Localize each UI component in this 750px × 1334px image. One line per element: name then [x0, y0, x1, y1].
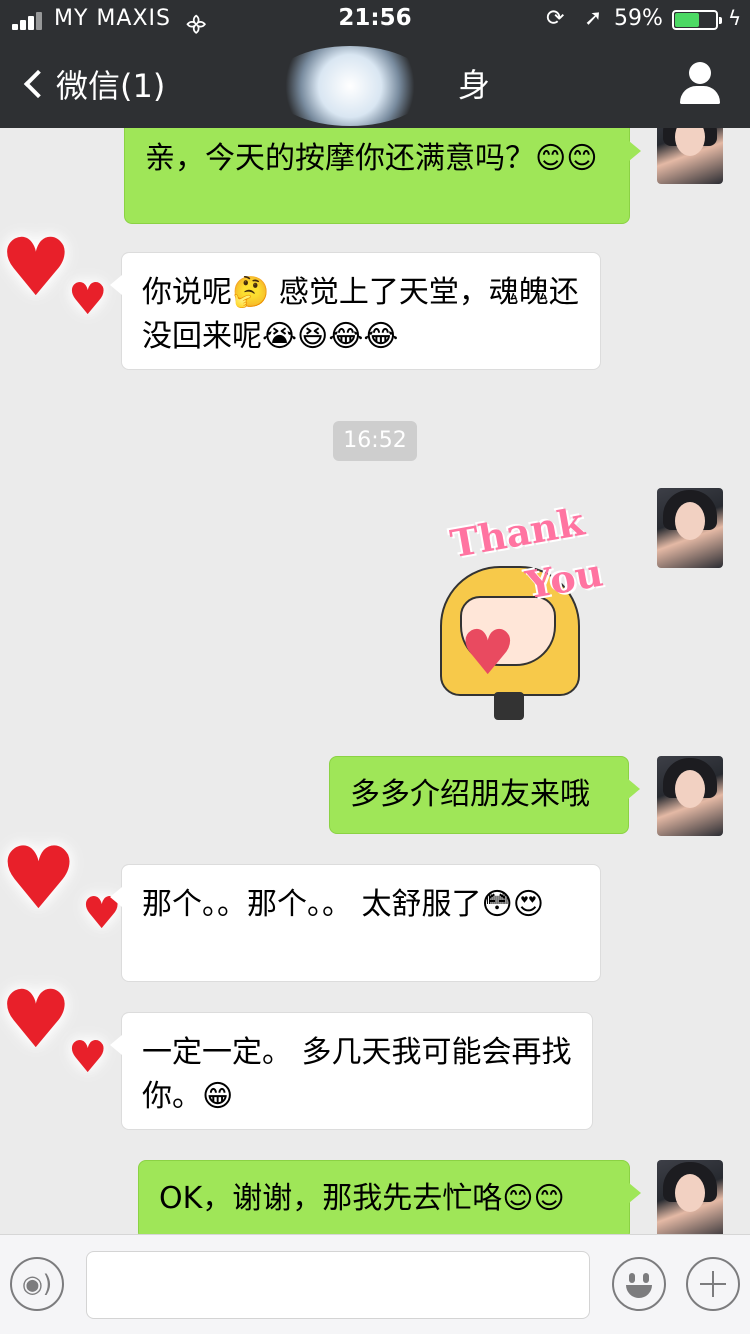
- my-avatar[interactable]: [657, 756, 723, 836]
- message-text: 那个。。那个。。 太舒服了😳😍: [142, 887, 545, 922]
- message-input-bar: ◉): [0, 1234, 750, 1334]
- message-bubble-incoming[interactable]: 一定一定。 多几天我可能会再找你。😁: [110, 1012, 593, 1130]
- message-text: OK，谢谢，那我先去忙咯😊😊: [159, 1181, 565, 1216]
- message-text: 一定一定。 多几天我可能会再找你。😁: [142, 1035, 572, 1114]
- heart-icon: ♥: [0, 829, 78, 929]
- navigation-bar: 微信(1) 身: [0, 40, 750, 128]
- chat-messages[interactable]: 亲，今天的按摩你还满意吗？😊😊 ♥ ♥ 你说呢🤔 感觉上了天堂，魂魄还没回来呢😭…: [0, 128, 750, 1234]
- battery-percent: 59%: [614, 6, 663, 31]
- plus-icon[interactable]: [686, 1257, 740, 1311]
- contact-avatar[interactable]: ♥ ♥: [0, 980, 110, 1090]
- heart-icon: ♥: [0, 221, 72, 314]
- heart-icon: ♥: [460, 616, 516, 689]
- message-text: 多多介绍朋友来哦: [350, 777, 590, 812]
- back-button[interactable]: 微信(1): [18, 60, 165, 108]
- message-text: 你说呢🤔 感觉上了天堂，魂魄还没回来呢😭😆😂😂: [142, 275, 579, 354]
- emoji-icon[interactable]: [612, 1257, 666, 1311]
- heart-icon: ♥: [0, 973, 72, 1066]
- heart-icon: ♥: [68, 1032, 108, 1083]
- my-avatar[interactable]: [657, 1160, 723, 1234]
- message-bubble-outgoing[interactable]: 亲，今天的按摩你还满意吗？😊😊: [124, 128, 641, 224]
- status-bar: MY MAXIS ᯽ 21:56 ⟳ ➚ 59% ϟ: [0, 0, 750, 40]
- chat-info-button[interactable]: [676, 60, 724, 108]
- message-bubble-incoming[interactable]: 你说呢🤔 感觉上了天堂，魂魄还没回来呢😭😆😂😂: [110, 252, 601, 370]
- contact-avatar[interactable]: ♥ ♥: [0, 829, 121, 946]
- title-redaction: [270, 46, 430, 126]
- my-avatar[interactable]: [657, 488, 723, 568]
- message-input[interactable]: [86, 1251, 590, 1319]
- battery-icon: [672, 10, 722, 30]
- my-avatar[interactable]: [657, 128, 723, 184]
- charging-bolt-icon: ϟ: [728, 6, 742, 30]
- top-bar: MY MAXIS ᯽ 21:56 ⟳ ➚ 59% ϟ 微信(1) 身: [0, 0, 750, 128]
- message-text: 亲，今天的按摩你还满意吗？😊😊: [145, 141, 598, 176]
- message-bubble-incoming[interactable]: 那个。。那个。。 太舒服了😳😍: [110, 864, 601, 982]
- thank-you-sticker[interactable]: ♥ Thank You: [430, 496, 630, 726]
- sticker-text: You: [522, 549, 607, 608]
- battery-level: [675, 13, 699, 27]
- message-bubble-outgoing[interactable]: 多多介绍朋友来哦: [329, 756, 640, 834]
- back-label: 微信(1): [56, 67, 166, 105]
- person-icon: [689, 62, 711, 84]
- heart-icon: ♥: [68, 274, 108, 325]
- voice-icon[interactable]: ◉): [10, 1257, 64, 1311]
- message-bubble-outgoing[interactable]: OK，谢谢，那我先去忙咯😊😊: [138, 1160, 641, 1234]
- chevron-left-icon: [23, 69, 53, 99]
- location-arrow-icon: ➚: [584, 6, 603, 31]
- contact-avatar[interactable]: ♥ ♥: [0, 228, 110, 338]
- rotation-lock-icon: ⟳: [546, 6, 565, 31]
- timestamp-divider: 16:52: [333, 421, 417, 461]
